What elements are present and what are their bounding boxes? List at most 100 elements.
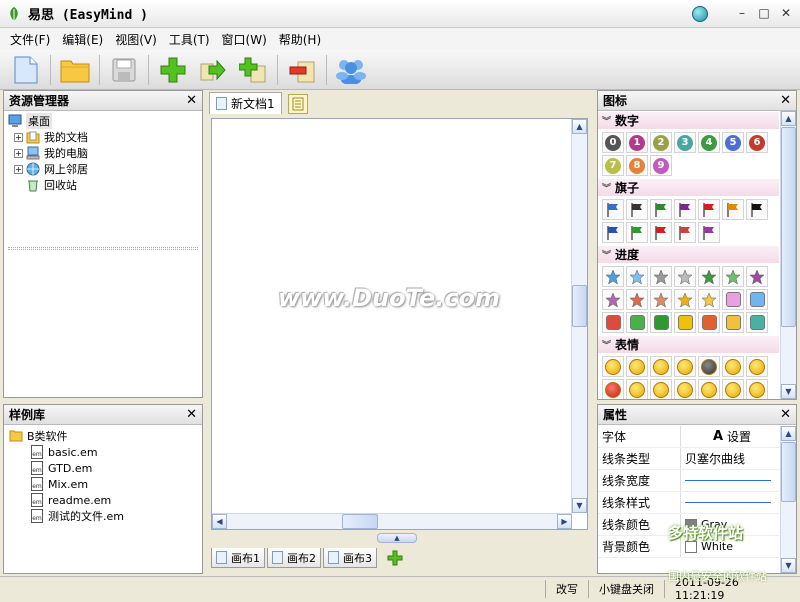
flag-icon[interactable] bbox=[626, 199, 648, 220]
status-progress-icon[interactable] bbox=[626, 312, 648, 333]
number-9-icon[interactable]: 9 bbox=[650, 155, 672, 176]
smiley-face-icon[interactable] bbox=[626, 379, 648, 399]
status-progress-icon[interactable] bbox=[650, 312, 672, 333]
scroll-right-button[interactable]: ▶ bbox=[557, 514, 572, 529]
smiley-face-icon[interactable] bbox=[746, 356, 768, 377]
collapse-tabs-button[interactable]: ▲ bbox=[377, 533, 417, 543]
expand-toggle[interactable]: + bbox=[14, 164, 23, 174]
samples-folder[interactable]: B类软件 bbox=[9, 428, 197, 444]
scroll-down-button[interactable]: ▼ bbox=[572, 498, 587, 513]
minimize-button[interactable]: – bbox=[732, 4, 752, 22]
smiley-face-icon[interactable] bbox=[626, 356, 648, 377]
scroll-up-button[interactable]: ▲ bbox=[781, 111, 796, 126]
menu-view[interactable]: 视图(V) bbox=[109, 31, 163, 48]
sample-file-readme[interactable]: em readme.em bbox=[9, 492, 197, 508]
star-progress-icon[interactable] bbox=[674, 266, 696, 287]
star-progress-icon[interactable] bbox=[746, 266, 768, 287]
flag-icon[interactable] bbox=[650, 222, 672, 243]
menu-tools[interactable]: 工具(T) bbox=[163, 31, 216, 48]
smiley-face-icon[interactable] bbox=[746, 379, 768, 399]
hscroll-thumb[interactable] bbox=[342, 514, 378, 529]
star-progress-icon[interactable] bbox=[602, 289, 624, 310]
flag-icon[interactable] bbox=[698, 222, 720, 243]
flag-icon[interactable] bbox=[602, 199, 624, 220]
tree-item-recycle[interactable]: 回收站 bbox=[8, 177, 198, 193]
close-icons-button[interactable]: ✕ bbox=[780, 93, 791, 108]
new-tab-button[interactable] bbox=[287, 94, 308, 114]
number-5-icon[interactable]: 5 bbox=[722, 132, 744, 153]
globe-icon[interactable] bbox=[692, 6, 708, 22]
tree-item-documents[interactable]: + 我的文档 bbox=[8, 129, 198, 145]
tab-new-document[interactable]: 新文档1 bbox=[209, 92, 282, 114]
smiley-face-icon[interactable] bbox=[674, 356, 696, 377]
sample-file-test[interactable]: em 测试的文件.em bbox=[9, 508, 197, 524]
smiley-face-icon[interactable] bbox=[722, 379, 744, 399]
status-progress-icon[interactable] bbox=[674, 312, 696, 333]
star-progress-icon[interactable] bbox=[626, 266, 648, 287]
add-child-icon[interactable] bbox=[237, 54, 269, 86]
smiley-face-icon[interactable] bbox=[650, 356, 672, 377]
flag-icon[interactable] bbox=[746, 199, 768, 220]
section-numbers[interactable]: ︾ 数字 bbox=[598, 112, 779, 129]
line-type-select[interactable]: 贝塞尔曲线 bbox=[680, 448, 779, 469]
members-icon[interactable] bbox=[335, 54, 367, 86]
star-progress-icon[interactable] bbox=[698, 289, 720, 310]
canvas-vscroll[interactable]: ▲ ▼ bbox=[571, 119, 587, 513]
flag-icon[interactable] bbox=[698, 199, 720, 220]
smiley-face-icon[interactable] bbox=[602, 379, 624, 399]
add-node-icon[interactable] bbox=[157, 54, 189, 86]
add-sibling-icon[interactable] bbox=[197, 54, 229, 86]
status-progress-icon[interactable] bbox=[722, 312, 744, 333]
number-2-icon[interactable]: 2 bbox=[650, 132, 672, 153]
menu-edit[interactable]: 编辑(E) bbox=[56, 31, 109, 48]
status-progress-icon[interactable] bbox=[746, 289, 768, 310]
vscroll-thumb[interactable] bbox=[781, 442, 796, 502]
status-progress-icon[interactable] bbox=[602, 312, 624, 333]
close-explorer-button[interactable]: ✕ bbox=[186, 93, 197, 108]
close-samples-button[interactable]: ✕ bbox=[186, 407, 197, 422]
tree-item-desktop[interactable]: 桌面 bbox=[8, 113, 198, 129]
splitter[interactable] bbox=[8, 247, 198, 250]
number-3-icon[interactable]: 3 bbox=[674, 132, 696, 153]
sample-file-basic[interactable]: em basic.em bbox=[9, 444, 197, 460]
status-progress-icon[interactable] bbox=[698, 312, 720, 333]
star-progress-icon[interactable] bbox=[626, 289, 648, 310]
scroll-left-button[interactable]: ◀ bbox=[212, 514, 227, 529]
number-8-icon[interactable]: 8 bbox=[626, 155, 648, 176]
sample-file-gtd[interactable]: em GTD.em bbox=[9, 460, 197, 476]
flag-icon[interactable] bbox=[674, 222, 696, 243]
smiley-face-icon[interactable] bbox=[722, 356, 744, 377]
section-flags[interactable]: ︾ 旗子 bbox=[598, 179, 779, 196]
status-progress-icon[interactable] bbox=[746, 312, 768, 333]
canvas-tab-2[interactable]: 画布2 bbox=[267, 548, 321, 568]
flag-icon[interactable] bbox=[626, 222, 648, 243]
number-1-icon[interactable]: 1 bbox=[626, 132, 648, 153]
canvas-tab-1[interactable]: 画布1 bbox=[211, 548, 265, 568]
smiley-face-icon[interactable] bbox=[674, 379, 696, 399]
smiley-face-icon[interactable] bbox=[698, 379, 720, 399]
scroll-up-button[interactable]: ▲ bbox=[781, 426, 796, 441]
star-progress-icon[interactable] bbox=[602, 266, 624, 287]
flag-icon[interactable] bbox=[650, 199, 672, 220]
star-progress-icon[interactable] bbox=[650, 289, 672, 310]
line-width-select[interactable] bbox=[680, 470, 779, 491]
save-icon[interactable] bbox=[108, 54, 140, 86]
section-progress[interactable]: ︾ 进度 bbox=[598, 246, 779, 263]
font-settings-button[interactable]: A 设置 bbox=[680, 426, 779, 447]
canvas-tab-3[interactable]: 画布3 bbox=[323, 548, 377, 568]
canvas-hscroll[interactable]: ◀ ▶ bbox=[212, 513, 572, 529]
tree-item-computer[interactable]: + 我的电脑 bbox=[8, 145, 198, 161]
smiley-face-icon[interactable] bbox=[698, 356, 720, 377]
flag-icon[interactable] bbox=[674, 199, 696, 220]
menu-help[interactable]: 帮助(H) bbox=[273, 31, 327, 48]
scroll-down-button[interactable]: ▼ bbox=[781, 558, 796, 573]
star-progress-icon[interactable] bbox=[722, 266, 744, 287]
add-canvas-button[interactable] bbox=[385, 548, 405, 568]
vscroll-thumb[interactable] bbox=[781, 127, 796, 327]
open-folder-icon[interactable] bbox=[59, 54, 91, 86]
number-7-icon[interactable]: 7 bbox=[602, 155, 624, 176]
expand-toggle[interactable]: + bbox=[14, 132, 23, 142]
scroll-up-button[interactable]: ▲ bbox=[572, 119, 587, 134]
status-progress-icon[interactable] bbox=[722, 289, 744, 310]
star-progress-icon[interactable] bbox=[674, 289, 696, 310]
